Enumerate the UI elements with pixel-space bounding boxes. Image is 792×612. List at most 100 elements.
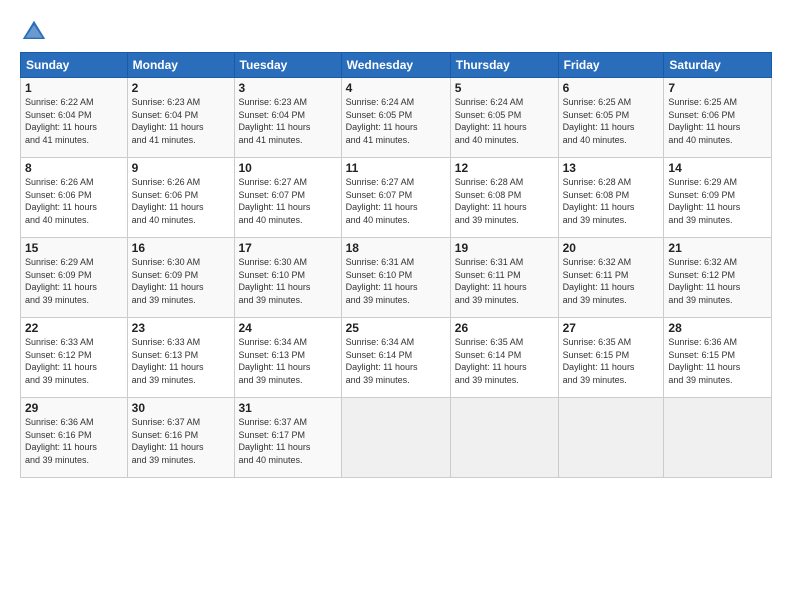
calendar-cell (341, 398, 450, 478)
day-info: Sunrise: 6:33 AM Sunset: 6:12 PM Dayligh… (25, 336, 123, 386)
day-number: 23 (132, 321, 230, 335)
calendar-header-tuesday: Tuesday (234, 53, 341, 78)
calendar-cell: 7Sunrise: 6:25 AM Sunset: 6:06 PM Daylig… (664, 78, 772, 158)
day-number: 26 (455, 321, 554, 335)
day-info: Sunrise: 6:30 AM Sunset: 6:09 PM Dayligh… (132, 256, 230, 306)
calendar-week-row: 15Sunrise: 6:29 AM Sunset: 6:09 PM Dayli… (21, 238, 772, 318)
calendar-cell: 14Sunrise: 6:29 AM Sunset: 6:09 PM Dayli… (664, 158, 772, 238)
day-info: Sunrise: 6:30 AM Sunset: 6:10 PM Dayligh… (239, 256, 337, 306)
calendar-cell: 12Sunrise: 6:28 AM Sunset: 6:08 PM Dayli… (450, 158, 558, 238)
calendar-cell: 23Sunrise: 6:33 AM Sunset: 6:13 PM Dayli… (127, 318, 234, 398)
calendar-cell: 18Sunrise: 6:31 AM Sunset: 6:10 PM Dayli… (341, 238, 450, 318)
day-info: Sunrise: 6:34 AM Sunset: 6:14 PM Dayligh… (346, 336, 446, 386)
calendar-cell: 20Sunrise: 6:32 AM Sunset: 6:11 PM Dayli… (558, 238, 664, 318)
calendar-cell: 11Sunrise: 6:27 AM Sunset: 6:07 PM Dayli… (341, 158, 450, 238)
day-number: 30 (132, 401, 230, 415)
calendar-cell: 10Sunrise: 6:27 AM Sunset: 6:07 PM Dayli… (234, 158, 341, 238)
calendar-cell: 21Sunrise: 6:32 AM Sunset: 6:12 PM Dayli… (664, 238, 772, 318)
day-number: 3 (239, 81, 337, 95)
calendar-cell (664, 398, 772, 478)
calendar-cell: 30Sunrise: 6:37 AM Sunset: 6:16 PM Dayli… (127, 398, 234, 478)
day-info: Sunrise: 6:28 AM Sunset: 6:08 PM Dayligh… (563, 176, 660, 226)
calendar-table: SundayMondayTuesdayWednesdayThursdayFrid… (20, 52, 772, 478)
day-info: Sunrise: 6:34 AM Sunset: 6:13 PM Dayligh… (239, 336, 337, 386)
calendar-cell: 22Sunrise: 6:33 AM Sunset: 6:12 PM Dayli… (21, 318, 128, 398)
calendar-header-monday: Monday (127, 53, 234, 78)
calendar-cell: 28Sunrise: 6:36 AM Sunset: 6:15 PM Dayli… (664, 318, 772, 398)
day-number: 29 (25, 401, 123, 415)
calendar-header-thursday: Thursday (450, 53, 558, 78)
day-info: Sunrise: 6:27 AM Sunset: 6:07 PM Dayligh… (346, 176, 446, 226)
calendar-week-row: 22Sunrise: 6:33 AM Sunset: 6:12 PM Dayli… (21, 318, 772, 398)
day-info: Sunrise: 6:25 AM Sunset: 6:06 PM Dayligh… (668, 96, 767, 146)
calendar-header-sunday: Sunday (21, 53, 128, 78)
calendar-cell: 17Sunrise: 6:30 AM Sunset: 6:10 PM Dayli… (234, 238, 341, 318)
calendar-header-saturday: Saturday (664, 53, 772, 78)
day-info: Sunrise: 6:37 AM Sunset: 6:17 PM Dayligh… (239, 416, 337, 466)
day-info: Sunrise: 6:32 AM Sunset: 6:12 PM Dayligh… (668, 256, 767, 306)
day-number: 15 (25, 241, 123, 255)
day-number: 10 (239, 161, 337, 175)
calendar-cell (558, 398, 664, 478)
calendar-cell: 5Sunrise: 6:24 AM Sunset: 6:05 PM Daylig… (450, 78, 558, 158)
day-info: Sunrise: 6:35 AM Sunset: 6:15 PM Dayligh… (563, 336, 660, 386)
calendar-cell: 31Sunrise: 6:37 AM Sunset: 6:17 PM Dayli… (234, 398, 341, 478)
day-number: 13 (563, 161, 660, 175)
day-info: Sunrise: 6:28 AM Sunset: 6:08 PM Dayligh… (455, 176, 554, 226)
day-info: Sunrise: 6:24 AM Sunset: 6:05 PM Dayligh… (455, 96, 554, 146)
day-info: Sunrise: 6:36 AM Sunset: 6:15 PM Dayligh… (668, 336, 767, 386)
top-row (20, 18, 772, 46)
calendar-header-wednesday: Wednesday (341, 53, 450, 78)
day-info: Sunrise: 6:24 AM Sunset: 6:05 PM Dayligh… (346, 96, 446, 146)
day-number: 4 (346, 81, 446, 95)
day-number: 21 (668, 241, 767, 255)
day-info: Sunrise: 6:31 AM Sunset: 6:11 PM Dayligh… (455, 256, 554, 306)
day-info: Sunrise: 6:32 AM Sunset: 6:11 PM Dayligh… (563, 256, 660, 306)
day-number: 18 (346, 241, 446, 255)
day-info: Sunrise: 6:22 AM Sunset: 6:04 PM Dayligh… (25, 96, 123, 146)
day-info: Sunrise: 6:31 AM Sunset: 6:10 PM Dayligh… (346, 256, 446, 306)
calendar-cell: 9Sunrise: 6:26 AM Sunset: 6:06 PM Daylig… (127, 158, 234, 238)
calendar-header-friday: Friday (558, 53, 664, 78)
day-info: Sunrise: 6:29 AM Sunset: 6:09 PM Dayligh… (668, 176, 767, 226)
calendar-week-row: 29Sunrise: 6:36 AM Sunset: 6:16 PM Dayli… (21, 398, 772, 478)
day-number: 16 (132, 241, 230, 255)
day-info: Sunrise: 6:23 AM Sunset: 6:04 PM Dayligh… (132, 96, 230, 146)
day-number: 7 (668, 81, 767, 95)
day-number: 19 (455, 241, 554, 255)
calendar-cell: 24Sunrise: 6:34 AM Sunset: 6:13 PM Dayli… (234, 318, 341, 398)
day-info: Sunrise: 6:27 AM Sunset: 6:07 PM Dayligh… (239, 176, 337, 226)
day-number: 25 (346, 321, 446, 335)
day-number: 14 (668, 161, 767, 175)
calendar-week-row: 1Sunrise: 6:22 AM Sunset: 6:04 PM Daylig… (21, 78, 772, 158)
day-number: 9 (132, 161, 230, 175)
calendar-week-row: 8Sunrise: 6:26 AM Sunset: 6:06 PM Daylig… (21, 158, 772, 238)
calendar-cell: 6Sunrise: 6:25 AM Sunset: 6:05 PM Daylig… (558, 78, 664, 158)
calendar-cell: 4Sunrise: 6:24 AM Sunset: 6:05 PM Daylig… (341, 78, 450, 158)
day-info: Sunrise: 6:25 AM Sunset: 6:05 PM Dayligh… (563, 96, 660, 146)
day-number: 6 (563, 81, 660, 95)
day-info: Sunrise: 6:37 AM Sunset: 6:16 PM Dayligh… (132, 416, 230, 466)
calendar-cell: 2Sunrise: 6:23 AM Sunset: 6:04 PM Daylig… (127, 78, 234, 158)
day-number: 27 (563, 321, 660, 335)
calendar-cell: 29Sunrise: 6:36 AM Sunset: 6:16 PM Dayli… (21, 398, 128, 478)
day-number: 1 (25, 81, 123, 95)
day-number: 5 (455, 81, 554, 95)
logo-icon (20, 18, 48, 46)
day-number: 31 (239, 401, 337, 415)
day-number: 2 (132, 81, 230, 95)
day-info: Sunrise: 6:35 AM Sunset: 6:14 PM Dayligh… (455, 336, 554, 386)
logo (20, 18, 52, 46)
day-info: Sunrise: 6:29 AM Sunset: 6:09 PM Dayligh… (25, 256, 123, 306)
calendar-cell: 15Sunrise: 6:29 AM Sunset: 6:09 PM Dayli… (21, 238, 128, 318)
day-number: 8 (25, 161, 123, 175)
day-info: Sunrise: 6:26 AM Sunset: 6:06 PM Dayligh… (132, 176, 230, 226)
calendar-cell: 16Sunrise: 6:30 AM Sunset: 6:09 PM Dayli… (127, 238, 234, 318)
calendar-cell (450, 398, 558, 478)
day-info: Sunrise: 6:26 AM Sunset: 6:06 PM Dayligh… (25, 176, 123, 226)
day-info: Sunrise: 6:36 AM Sunset: 6:16 PM Dayligh… (25, 416, 123, 466)
day-number: 12 (455, 161, 554, 175)
day-info: Sunrise: 6:23 AM Sunset: 6:04 PM Dayligh… (239, 96, 337, 146)
calendar-cell: 27Sunrise: 6:35 AM Sunset: 6:15 PM Dayli… (558, 318, 664, 398)
day-number: 28 (668, 321, 767, 335)
